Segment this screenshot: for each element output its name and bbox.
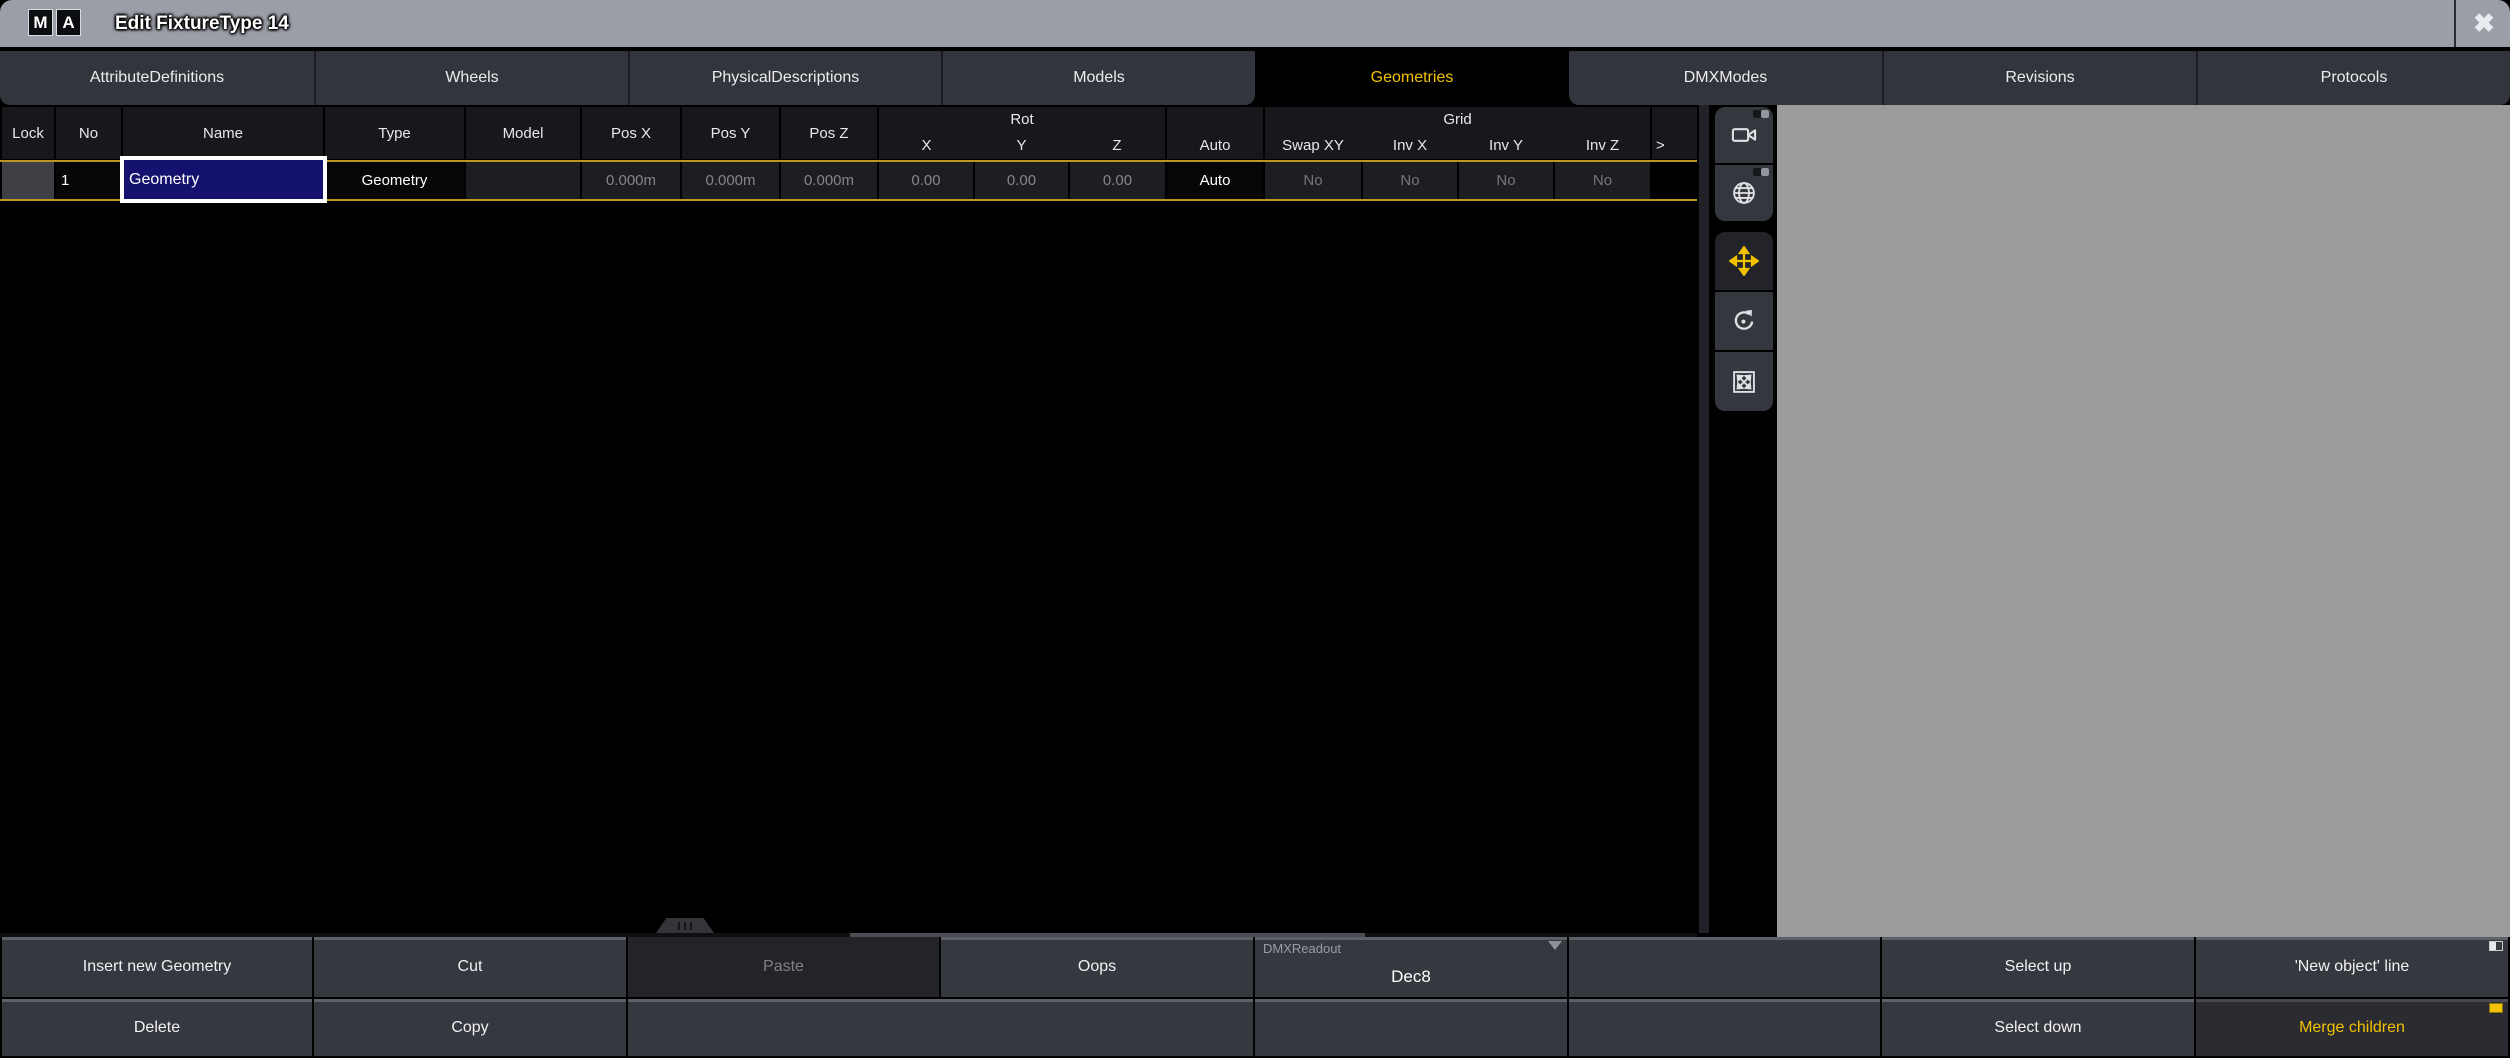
tab-bar: AttributeDefinitions Wheels PhysicalDesc… (0, 47, 2510, 105)
cell-no[interactable]: 1 (56, 162, 121, 199)
tab-physicaldescriptions[interactable]: PhysicalDescriptions (628, 51, 941, 105)
camera-button[interactable] (1715, 107, 1773, 163)
camera-mini-toggle[interactable] (1753, 110, 1769, 118)
ma-logo: M A (28, 9, 81, 36)
new-object-line-indicator-icon (2489, 941, 2503, 951)
rotate-icon (1730, 307, 1758, 335)
geometries-table: Lock No Name Type Model Pos X Pos Y Pos … (0, 105, 1697, 933)
merge-children-indicator-icon (2489, 1003, 2503, 1013)
empty-cell (1255, 999, 1567, 1056)
copy-button[interactable]: Copy (314, 999, 626, 1056)
camera-icon (1730, 121, 1758, 149)
grid-group-label: Grid (1265, 107, 1650, 133)
tab-dmxmodes[interactable]: DMXModes (1569, 51, 1882, 105)
cell-inv-x[interactable]: No (1363, 162, 1457, 199)
insert-new-geometry-button[interactable]: Insert new Geometry (2, 937, 312, 997)
merge-children-label: Merge children (2299, 1019, 2405, 1037)
empty-cell (628, 999, 1253, 1056)
cell-pos-y[interactable]: 0.000m (682, 162, 779, 199)
globe-button[interactable] (1715, 165, 1773, 221)
title-bar[interactable]: M A Edit FixtureType 14 ✖ (0, 0, 2510, 47)
col-header-inv-y[interactable]: Inv Y (1459, 133, 1553, 159)
col-header-inv-x[interactable]: Inv X (1363, 133, 1457, 159)
rot-group-label: Rot (879, 107, 1165, 133)
cell-inv-z[interactable]: No (1555, 162, 1650, 199)
col-header-rot-z[interactable]: Z (1069, 133, 1165, 159)
col-group-grid[interactable]: Grid Swap XY Inv X Inv Y Inv Z (1265, 107, 1650, 159)
move-tool-button[interactable] (1715, 232, 1773, 290)
cell-rot-y[interactable]: 0.00 (975, 162, 1068, 199)
oops-button[interactable]: Oops (941, 937, 1253, 997)
cell-inv-y[interactable]: No (1459, 162, 1553, 199)
globe-icon (1730, 179, 1758, 207)
col-header-rot-y[interactable]: Y (974, 133, 1069, 159)
cell-pos-z[interactable]: 0.000m (781, 162, 877, 199)
merge-children-toggle[interactable]: Merge children (2196, 999, 2508, 1056)
dmx-readout-label: DMXReadout (1263, 941, 1341, 956)
col-header-overflow: > (1652, 107, 1697, 159)
geometry-3d-viewport[interactable] (1777, 105, 2510, 937)
cell-type[interactable]: Geometry (325, 162, 464, 199)
bottom-button-bar: Insert new Geometry Cut Paste Oops DMXRe… (0, 937, 2510, 1058)
dmx-readout-value: Dec8 (1255, 967, 1567, 987)
close-icon[interactable]: ✖ (2458, 0, 2510, 47)
viewport-toolbar (1709, 105, 1777, 937)
col-header-swap-xy[interactable]: Swap XY (1265, 133, 1361, 159)
dropdown-arrow-icon (1548, 941, 1562, 950)
edit-fixturetype-window: M A Edit FixtureType 14 ✖ AttributeDefin… (0, 0, 2510, 1058)
col-header-type[interactable]: Type (325, 107, 464, 159)
close-separator (2454, 0, 2456, 47)
col-header-lock[interactable]: Lock (2, 107, 54, 159)
cell-pos-x[interactable]: 0.000m (582, 162, 680, 199)
ma-logo-m: M (28, 9, 53, 36)
name-edit-value: Geometry (124, 171, 199, 189)
select-down-button[interactable]: Select down (1882, 999, 2194, 1056)
select-up-button[interactable]: Select up (1882, 937, 2194, 997)
tab-models[interactable]: Models (941, 51, 1255, 105)
cell-rot-z[interactable]: 0.00 (1070, 162, 1165, 199)
col-header-no[interactable]: No (56, 107, 121, 159)
vertical-scrollbar[interactable] (1699, 105, 1709, 933)
delete-button[interactable]: Delete (2, 999, 312, 1056)
window-title: Edit FixtureType 14 (115, 0, 289, 47)
empty-cell (1569, 937, 1880, 997)
col-header-pos-y[interactable]: Pos Y (682, 107, 779, 159)
dmx-readout-dropdown[interactable]: DMXReadout Dec8 (1255, 937, 1567, 997)
paste-button: Paste (628, 937, 939, 997)
new-object-line-label: 'New object' line (2295, 958, 2410, 976)
tab-wheels[interactable]: Wheels (314, 51, 628, 105)
cell-model[interactable] (466, 162, 580, 199)
globe-mini-toggle[interactable] (1753, 168, 1769, 176)
ma-logo-a: A (56, 9, 81, 36)
col-header-model[interactable]: Model (466, 107, 580, 159)
tab-attributedefinitions[interactable]: AttributeDefinitions (0, 51, 314, 105)
auto-header-label: Auto (1167, 133, 1263, 159)
col-header-auto[interactable]: Auto (1167, 107, 1263, 159)
name-edit-input[interactable]: Geometry (120, 156, 327, 203)
scale-tool-button[interactable] (1715, 352, 1773, 411)
col-header-pos-z[interactable]: Pos Z (781, 107, 877, 159)
tab-protocols[interactable]: Protocols (2196, 51, 2510, 105)
tab-geometries[interactable]: Geometries (1255, 51, 1569, 105)
cell-swap-xy[interactable]: No (1265, 162, 1361, 199)
col-header-inv-z[interactable]: Inv Z (1555, 133, 1650, 159)
overflow-chevron-icon: > (1652, 133, 1697, 159)
tab-revisions[interactable]: Revisions (1882, 51, 2196, 105)
col-header-rot-x[interactable]: X (879, 133, 974, 159)
col-header-name[interactable]: Name (123, 107, 323, 159)
empty-cell (1569, 999, 1880, 1056)
scale-icon (1730, 368, 1758, 396)
cut-button[interactable]: Cut (314, 937, 626, 997)
cell-lock[interactable] (2, 162, 54, 199)
new-object-line-toggle[interactable]: 'New object' line (2196, 937, 2508, 997)
rotate-tool-button[interactable] (1715, 292, 1773, 350)
move-icon (1729, 246, 1759, 276)
col-header-pos-x[interactable]: Pos X (582, 107, 680, 159)
cell-rot-x[interactable]: 0.00 (879, 162, 973, 199)
col-group-rot[interactable]: Rot X Y Z (879, 107, 1165, 159)
cell-auto[interactable]: Auto (1167, 162, 1263, 199)
